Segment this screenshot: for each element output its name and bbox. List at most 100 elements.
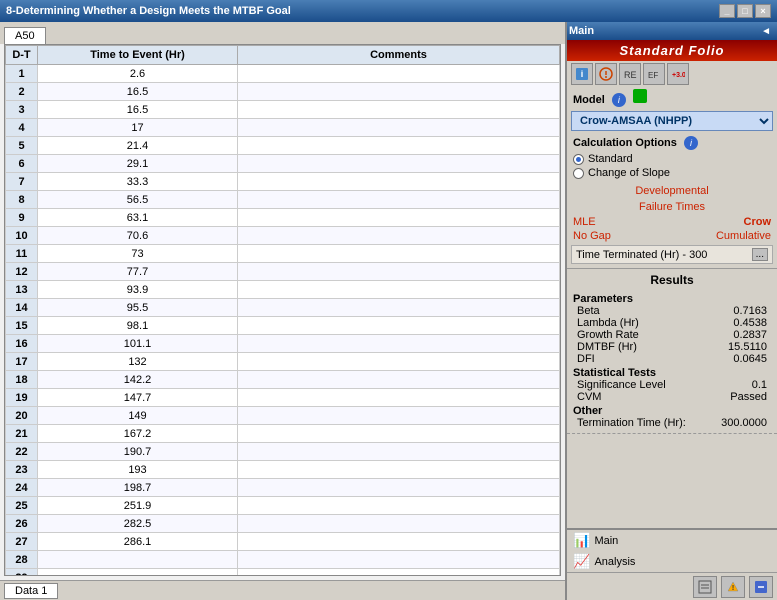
comment-value[interactable] — [238, 335, 560, 353]
data-table-scroll[interactable]: D-T Time to Event (Hr) Comments 1 2.6 2 … — [5, 45, 560, 575]
comment-value[interactable] — [238, 443, 560, 461]
radio-change-slope[interactable]: Change of Slope — [573, 166, 771, 180]
time-value[interactable]: 98.1 — [38, 317, 238, 335]
nav-main[interactable]: 📊 Main — [567, 530, 777, 551]
comment-value[interactable] — [238, 191, 560, 209]
param-name: DFI — [577, 353, 595, 365]
comment-value[interactable] — [238, 119, 560, 137]
time-value[interactable]: 33.3 — [38, 173, 238, 191]
comment-value[interactable] — [238, 227, 560, 245]
toolbar-icon-1[interactable]: i — [571, 63, 593, 85]
mle-button[interactable]: MLE — [573, 216, 596, 228]
comment-value[interactable] — [238, 371, 560, 389]
model-dropdown[interactable]: Crow-AMSAA (NHPP) — [571, 111, 773, 131]
radio-slope-btn[interactable] — [573, 168, 584, 179]
time-value[interactable]: 16.5 — [38, 83, 238, 101]
time-value[interactable]: 16.5 — [38, 101, 238, 119]
comment-value[interactable] — [238, 173, 560, 191]
window-controls[interactable]: _ □ × — [719, 4, 771, 18]
time-value[interactable]: 95.5 — [38, 299, 238, 317]
failure-times-link[interactable]: Failure Times — [639, 201, 705, 213]
maximize-button[interactable]: □ — [737, 4, 753, 18]
time-value[interactable]: 282.5 — [38, 515, 238, 533]
row-number: 8 — [6, 191, 38, 209]
time-value[interactable]: 251.9 — [38, 497, 238, 515]
comment-value[interactable] — [238, 299, 560, 317]
time-value[interactable]: 17 — [38, 119, 238, 137]
minimize-button[interactable]: _ — [719, 4, 735, 18]
time-value[interactable]: 286.1 — [38, 533, 238, 551]
comment-value[interactable] — [238, 425, 560, 443]
model-dropdown-row: Crow-AMSAA (NHPP) — [567, 109, 777, 133]
time-value[interactable]: 193 — [38, 461, 238, 479]
radio-standard-btn[interactable] — [573, 154, 584, 165]
data1-tab[interactable]: Data 1 — [4, 583, 58, 599]
comment-value[interactable] — [238, 515, 560, 533]
time-value[interactable]: 93.9 — [38, 281, 238, 299]
comment-value[interactable] — [238, 353, 560, 371]
comment-value[interactable] — [238, 137, 560, 155]
comment-value[interactable] — [238, 209, 560, 227]
comment-value[interactable] — [238, 101, 560, 119]
time-value[interactable]: 73 — [38, 245, 238, 263]
close-button[interactable]: × — [755, 4, 771, 18]
toolbar-icon-2[interactable] — [595, 63, 617, 85]
toolbar-icon-5[interactable]: +3.0 — [667, 63, 689, 85]
time-value[interactable]: 77.7 — [38, 263, 238, 281]
comment-value[interactable] — [238, 155, 560, 173]
time-value[interactable]: 149 — [38, 407, 238, 425]
toolbar-icon-4[interactable]: EF — [643, 63, 665, 85]
svg-text:REP: REP — [624, 70, 637, 80]
bottom-btn-3[interactable] — [749, 576, 773, 598]
comment-value[interactable] — [238, 461, 560, 479]
time-value[interactable]: 167.2 — [38, 425, 238, 443]
bottom-btn-1[interactable] — [693, 576, 717, 598]
comment-value[interactable] — [238, 497, 560, 515]
time-value[interactable]: 56.5 — [38, 191, 238, 209]
developmental-link[interactable]: Developmental — [635, 185, 708, 197]
tab-a50[interactable]: A50 — [4, 27, 46, 44]
time-value[interactable]: 70.6 — [38, 227, 238, 245]
comment-value[interactable] — [238, 245, 560, 263]
time-value[interactable]: 198.7 — [38, 479, 238, 497]
stat-name: CVM — [577, 391, 601, 403]
param-row: Lambda (Hr)0.4538 — [573, 317, 771, 329]
radio-standard[interactable]: Standard — [573, 152, 771, 166]
time-value[interactable]: 2.6 — [38, 65, 238, 83]
crow-button[interactable]: Crow — [744, 216, 772, 228]
model-info-icon[interactable]: i — [612, 93, 626, 107]
nav-analysis[interactable]: 📈 Analysis — [567, 551, 777, 572]
comment-value[interactable] — [238, 281, 560, 299]
cumulative-button[interactable]: Cumulative — [716, 230, 771, 242]
time-value[interactable]: 21.4 — [38, 137, 238, 155]
time-value[interactable]: 190.7 — [38, 443, 238, 461]
collapse-button[interactable]: ◄ — [757, 26, 775, 37]
comment-value[interactable] — [238, 65, 560, 83]
comment-value[interactable] — [238, 533, 560, 551]
time-value[interactable]: 63.1 — [38, 209, 238, 227]
title-bar: 8-Determining Whether a Design Meets the… — [0, 0, 777, 22]
time-value[interactable]: 142.2 — [38, 371, 238, 389]
comment-value[interactable] — [238, 551, 560, 569]
no-gap-button[interactable]: No Gap — [573, 230, 611, 242]
comment-value[interactable] — [238, 83, 560, 101]
time-value[interactable]: 132 — [38, 353, 238, 371]
row-number: 16 — [6, 335, 38, 353]
comment-value[interactable] — [238, 317, 560, 335]
time-value[interactable] — [38, 569, 238, 576]
comment-value[interactable] — [238, 407, 560, 425]
time-value[interactable]: 147.7 — [38, 389, 238, 407]
comment-value[interactable] — [238, 263, 560, 281]
calc-info-icon[interactable]: i — [684, 136, 698, 150]
bottom-btn-2[interactable]: ! — [721, 576, 745, 598]
time-value[interactable]: 29.1 — [38, 155, 238, 173]
comment-value[interactable] — [238, 389, 560, 407]
toolbar-icon-3[interactable]: REP — [619, 63, 641, 85]
param-name: DMTBF (Hr) — [577, 341, 637, 353]
time-terminated-dots[interactable]: ... — [752, 248, 768, 261]
toolbar-row: i REP EF +3.0 — [567, 61, 777, 87]
comment-value[interactable] — [238, 569, 560, 576]
comment-value[interactable] — [238, 479, 560, 497]
time-value[interactable]: 101.1 — [38, 335, 238, 353]
time-value[interactable] — [38, 551, 238, 569]
